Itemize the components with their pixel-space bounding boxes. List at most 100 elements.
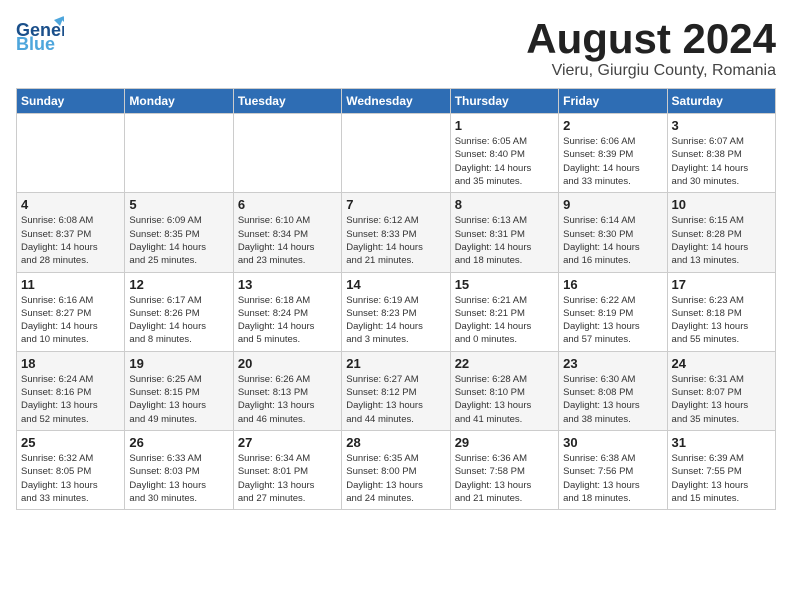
day-number: 1 xyxy=(455,118,554,133)
calendar-cell: 24 Sunrise: 6:31 AMSunset: 8:07 PMDayligh… xyxy=(667,351,775,430)
calendar-cell: 3 Sunrise: 6:07 AMSunset: 8:38 PMDaylight… xyxy=(667,114,775,193)
day-number: 21 xyxy=(346,356,445,371)
calendar-cell xyxy=(125,114,233,193)
day-number: 19 xyxy=(129,356,228,371)
calendar-cell xyxy=(342,114,450,193)
day-number: 14 xyxy=(346,277,445,292)
day-number: 25 xyxy=(21,435,120,450)
day-info: Sunrise: 6:28 AMSunset: 8:10 PMDaylight:… xyxy=(455,373,554,426)
day-info: Sunrise: 6:23 AMSunset: 8:18 PMDaylight:… xyxy=(672,294,771,347)
day-number: 8 xyxy=(455,197,554,212)
day-info: Sunrise: 6:27 AMSunset: 8:12 PMDaylight:… xyxy=(346,373,445,426)
calendar-cell: 6 Sunrise: 6:10 AMSunset: 8:34 PMDaylight… xyxy=(233,193,341,272)
calendar-cell: 7 Sunrise: 6:12 AMSunset: 8:33 PMDaylight… xyxy=(342,193,450,272)
day-info: Sunrise: 6:18 AMSunset: 8:24 PMDaylight:… xyxy=(238,294,337,347)
weekday-header: Sunday xyxy=(17,89,125,114)
day-number: 6 xyxy=(238,197,337,212)
calendar-cell: 5Sunrise: 6:09 AMSunset: 8:35 PMDaylight… xyxy=(125,193,233,272)
calendar-cell: 28 Sunrise: 6:35 AMSunset: 8:00 PMDayligh… xyxy=(342,430,450,509)
calendar-cell: 8 Sunrise: 6:13 AMSunset: 8:31 PMDaylight… xyxy=(450,193,558,272)
day-info: Sunrise: 6:07 AMSunset: 8:38 PMDaylight:… xyxy=(672,135,771,188)
calendar-cell: 1 Sunrise: 6:05 AMSunset: 8:40 PMDaylight… xyxy=(450,114,558,193)
day-number: 7 xyxy=(346,197,445,212)
day-number: 28 xyxy=(346,435,445,450)
calendar-cell: 14 Sunrise: 6:19 AMSunset: 8:23 PMDayligh… xyxy=(342,272,450,351)
svg-text:Blue: Blue xyxy=(16,34,55,52)
day-info: Sunrise: 6:10 AMSunset: 8:34 PMDaylight:… xyxy=(238,214,337,267)
calendar-cell: 19 Sunrise: 6:25 AMSunset: 8:15 PMDayligh… xyxy=(125,351,233,430)
calendar-cell: 26Sunrise: 6:33 AMSunset: 8:03 PMDayligh… xyxy=(125,430,233,509)
logo-icon: General Blue xyxy=(16,16,64,52)
calendar-cell: 15 Sunrise: 6:21 AMSunset: 8:21 PMDayligh… xyxy=(450,272,558,351)
day-number: 24 xyxy=(672,356,771,371)
calendar-cell: 4Sunrise: 6:08 AMSunset: 8:37 PMDaylight… xyxy=(17,193,125,272)
calendar-cell: 17 Sunrise: 6:23 AMSunset: 8:18 PMDayligh… xyxy=(667,272,775,351)
day-number: 3 xyxy=(672,118,771,133)
calendar-cell: 16 Sunrise: 6:22 AMSunset: 8:19 PMDayligh… xyxy=(559,272,667,351)
day-number: 11 xyxy=(21,277,120,292)
day-info: Sunrise: 6:17 AMSunset: 8:26 PMDaylight:… xyxy=(129,294,228,347)
day-info: Sunrise: 6:05 AMSunset: 8:40 PMDaylight:… xyxy=(455,135,554,188)
day-number: 10 xyxy=(672,197,771,212)
weekday-header: Friday xyxy=(559,89,667,114)
weekday-header: Wednesday xyxy=(342,89,450,114)
day-info: Sunrise: 6:26 AMSunset: 8:13 PMDaylight:… xyxy=(238,373,337,426)
calendar-cell: 10 Sunrise: 6:15 AMSunset: 8:28 PMDayligh… xyxy=(667,193,775,272)
day-info: Sunrise: 6:19 AMSunset: 8:23 PMDaylight:… xyxy=(346,294,445,347)
location-subtitle: Vieru, Giurgiu County, Romania xyxy=(526,62,776,80)
day-info: Sunrise: 6:14 AMSunset: 8:30 PMDaylight:… xyxy=(563,214,662,267)
day-number: 22 xyxy=(455,356,554,371)
day-info: Sunrise: 6:39 AMSunset: 7:55 PMDaylight:… xyxy=(672,452,771,505)
day-info: Sunrise: 6:06 AMSunset: 8:39 PMDaylight:… xyxy=(563,135,662,188)
day-info: Sunrise: 6:34 AMSunset: 8:01 PMDaylight:… xyxy=(238,452,337,505)
day-number: 9 xyxy=(563,197,662,212)
day-number: 27 xyxy=(238,435,337,450)
day-info: Sunrise: 6:15 AMSunset: 8:28 PMDaylight:… xyxy=(672,214,771,267)
day-number: 13 xyxy=(238,277,337,292)
weekday-header: Monday xyxy=(125,89,233,114)
page-header: General Blue August 2024 Vieru, Giurgiu … xyxy=(16,16,776,80)
day-number: 26 xyxy=(129,435,228,450)
day-number: 12 xyxy=(129,277,228,292)
day-info: Sunrise: 6:12 AMSunset: 8:33 PMDaylight:… xyxy=(346,214,445,267)
day-info: Sunrise: 6:21 AMSunset: 8:21 PMDaylight:… xyxy=(455,294,554,347)
day-info: Sunrise: 6:31 AMSunset: 8:07 PMDaylight:… xyxy=(672,373,771,426)
day-info: Sunrise: 6:36 AMSunset: 7:58 PMDaylight:… xyxy=(455,452,554,505)
day-number: 16 xyxy=(563,277,662,292)
day-number: 23 xyxy=(563,356,662,371)
day-number: 17 xyxy=(672,277,771,292)
calendar-cell: 21 Sunrise: 6:27 AMSunset: 8:12 PMDayligh… xyxy=(342,351,450,430)
calendar-table: SundayMondayTuesdayWednesdayThursdayFrid… xyxy=(16,88,776,510)
calendar-cell: 2 Sunrise: 6:06 AMSunset: 8:39 PMDaylight… xyxy=(559,114,667,193)
weekday-header: Saturday xyxy=(667,89,775,114)
day-number: 15 xyxy=(455,277,554,292)
day-number: 29 xyxy=(455,435,554,450)
calendar-cell: 27 Sunrise: 6:34 AMSunset: 8:01 PMDayligh… xyxy=(233,430,341,509)
day-info: Sunrise: 6:13 AMSunset: 8:31 PMDaylight:… xyxy=(455,214,554,267)
day-number: 30 xyxy=(563,435,662,450)
day-info: Sunrise: 6:22 AMSunset: 8:19 PMDaylight:… xyxy=(563,294,662,347)
day-number: 18 xyxy=(21,356,120,371)
weekday-header: Tuesday xyxy=(233,89,341,114)
calendar-cell: 11 Sunrise: 6:16 AMSunset: 8:27 PMDayligh… xyxy=(17,272,125,351)
day-info: Sunrise: 6:35 AMSunset: 8:00 PMDaylight:… xyxy=(346,452,445,505)
calendar-cell: 12 Sunrise: 6:17 AMSunset: 8:26 PMDayligh… xyxy=(125,272,233,351)
calendar-cell: 9 Sunrise: 6:14 AMSunset: 8:30 PMDaylight… xyxy=(559,193,667,272)
calendar-cell: 25Sunrise: 6:32 AMSunset: 8:05 PMDayligh… xyxy=(17,430,125,509)
weekday-header: Thursday xyxy=(450,89,558,114)
calendar-cell: 23Sunrise: 6:30 AMSunset: 8:08 PMDayligh… xyxy=(559,351,667,430)
calendar-cell: 18 Sunrise: 6:24 AMSunset: 8:16 PMDayligh… xyxy=(17,351,125,430)
calendar-cell: 13 Sunrise: 6:18 AMSunset: 8:24 PMDayligh… xyxy=(233,272,341,351)
day-number: 4 xyxy=(21,197,120,212)
title-block: August 2024 Vieru, Giurgiu County, Roman… xyxy=(526,16,776,80)
day-info: Sunrise: 6:25 AMSunset: 8:15 PMDaylight:… xyxy=(129,373,228,426)
day-number: 2 xyxy=(563,118,662,133)
calendar-cell xyxy=(233,114,341,193)
day-info: Sunrise: 6:38 AMSunset: 7:56 PMDaylight:… xyxy=(563,452,662,505)
day-info: Sunrise: 6:16 AMSunset: 8:27 PMDaylight:… xyxy=(21,294,120,347)
calendar-cell: 30 Sunrise: 6:38 AMSunset: 7:56 PMDayligh… xyxy=(559,430,667,509)
day-info: Sunrise: 6:24 AMSunset: 8:16 PMDaylight:… xyxy=(21,373,120,426)
month-title: August 2024 xyxy=(526,16,776,62)
day-number: 20 xyxy=(238,356,337,371)
calendar-cell: 20 Sunrise: 6:26 AMSunset: 8:13 PMDayligh… xyxy=(233,351,341,430)
